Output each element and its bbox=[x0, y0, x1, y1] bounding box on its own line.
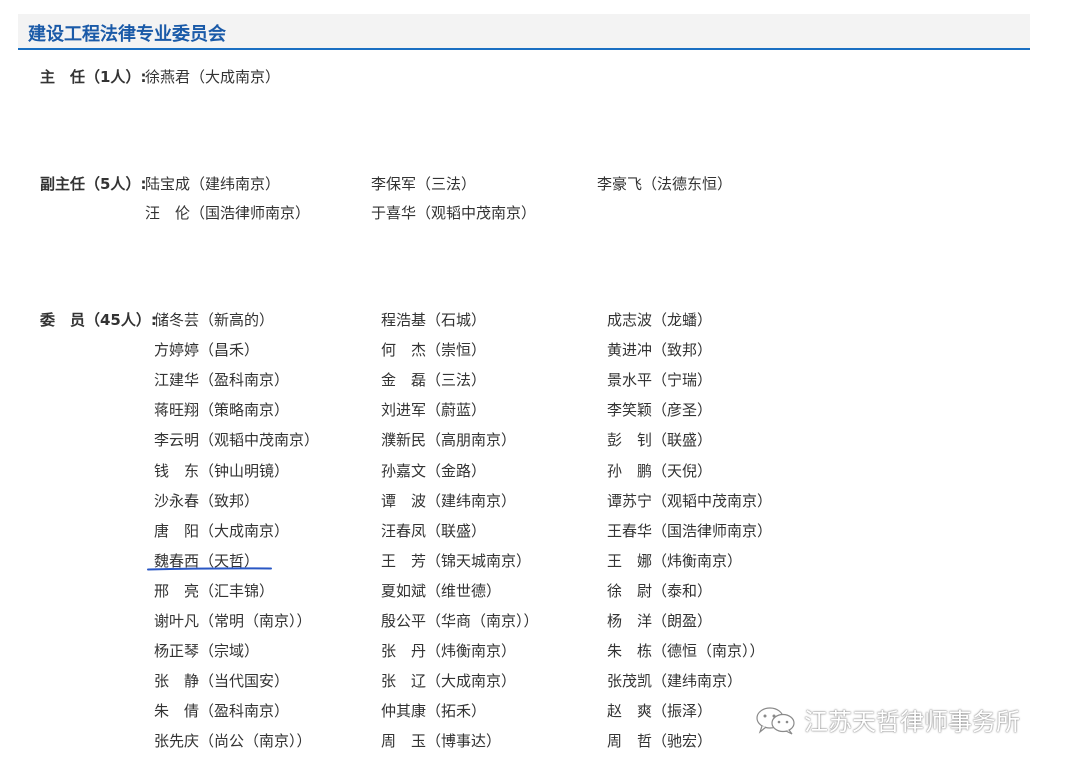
members-name-entry: 张 辽（大成南京） bbox=[381, 672, 517, 691]
members-name-entry: 江建华（盈科南京） bbox=[154, 371, 290, 390]
members-name-entry: 周 哲（驰宏） bbox=[607, 732, 713, 751]
members-name-entry: 张 静（当代国安） bbox=[154, 672, 290, 691]
members-name-entry: 仲其康（拓禾） bbox=[381, 702, 487, 721]
members-name-entry: 方婷婷（昌禾） bbox=[154, 341, 260, 360]
members-name-entry: 王 娜（炜衡南京） bbox=[607, 551, 743, 570]
members-name-entry: 赵 爽（振泽） bbox=[607, 702, 713, 721]
members-name-entry: 张 丹（炜衡南京） bbox=[381, 642, 517, 661]
members-name-entry: 储冬芸（新高的） bbox=[154, 311, 275, 329]
members-name-entry: 李笑颖（彦圣） bbox=[607, 401, 713, 420]
members-name-entry: 谭 波（建纬南京） bbox=[381, 491, 517, 510]
members-name-entry: 彭 钊（联盛） bbox=[607, 431, 713, 450]
members-label: 委 员（45人）: bbox=[40, 311, 157, 329]
members-name-entry: 朱 栋（德恒（南京）） bbox=[607, 642, 765, 661]
members-name-entry: 李云明（观韬中茂南京） bbox=[154, 431, 320, 450]
members-name-entry: 杨正琴（宗域） bbox=[154, 642, 260, 661]
members-name-entry: 孙嘉文（金路） bbox=[381, 461, 487, 480]
deputy-label: 副主任（5人）: bbox=[40, 175, 147, 193]
members-name-entry: 徐 尉（泰和） bbox=[607, 581, 713, 600]
members-name-entry: 朱 倩（盈科南京） bbox=[154, 702, 290, 721]
members-name-entry: 金 磊（三法） bbox=[381, 371, 487, 390]
watermark-text: 江苏天哲律师事务所 bbox=[804, 708, 1020, 736]
members-name-entry: 张茂凯（建纬南京） bbox=[607, 672, 743, 691]
members-name-entry: 谭苏宁（观韬中茂南京） bbox=[607, 491, 773, 510]
deputy-name-entry: 李保军（三法） bbox=[371, 175, 477, 193]
members-name-entry: 殷公平（华商（南京）） bbox=[381, 612, 539, 630]
members-name-entry: 张先庆（尚公（南京）） bbox=[154, 732, 312, 751]
deputy-name-entry: 汪 伦（国浩律师南京） bbox=[145, 204, 311, 222]
members-name-entry: 夏如斌（维世德） bbox=[381, 581, 502, 600]
members-name-entry: 周 玉（博事达） bbox=[381, 732, 502, 751]
members-name-entry: 成志波（龙蟠） bbox=[607, 311, 713, 329]
wechat-icon bbox=[756, 706, 795, 735]
members-name-entry: 王春华（国浩律师南京） bbox=[607, 521, 773, 540]
watermark: 江苏天哲律师事务所 bbox=[752, 702, 1020, 737]
members-name-entry: 刘进军（蔚蓝） bbox=[381, 401, 487, 420]
members-name-entry: 唐 阳（大成南京） bbox=[154, 521, 290, 540]
members-name-entry: 濮新民（高朋南京） bbox=[381, 431, 517, 450]
members-name-entry: 何 杰（崇恒） bbox=[381, 341, 487, 360]
members-name-entry: 汪春凤（联盛） bbox=[381, 521, 487, 540]
deputy-name-entry: 李豪飞（法德东恒） bbox=[597, 175, 733, 193]
highlight-underline bbox=[147, 567, 272, 571]
members-name-entry: 沙永春（致邦） bbox=[154, 491, 260, 510]
page-title: 建设工程法律专业委员会 bbox=[28, 24, 226, 45]
deputy-name-entry: 于喜华（观韬中茂南京） bbox=[371, 204, 537, 222]
members-name-entry: 景水平（宁瑞） bbox=[607, 371, 713, 390]
members-name-entry: 谢叶凡（常明（南京）） bbox=[154, 612, 312, 630]
members-name-entry: 邢 亮（汇丰锦） bbox=[154, 581, 275, 600]
members-name-entry: 蒋旺翔（策略南京） bbox=[154, 401, 290, 420]
director-name: 徐燕君（大成南京） bbox=[145, 68, 281, 86]
members-name-entry: 杨 洋（朗盈） bbox=[607, 612, 713, 630]
members-name-entry: 黄进冲（致邦） bbox=[607, 341, 713, 360]
deputy-name-entry: 陆宝成（建纬南京） bbox=[145, 175, 281, 193]
section-header: 建设工程法律专业委员会 bbox=[18, 14, 1030, 50]
director-label: 主 任（1人）: bbox=[40, 68, 147, 86]
members-name-entry: 程浩基（石城） bbox=[381, 311, 487, 329]
members-name-entry: 王 芳（锦天城南京） bbox=[381, 551, 532, 570]
members-name-entry: 钱 东（钟山明镜） bbox=[154, 461, 290, 480]
members-name-entry: 孙 鹏（天倪） bbox=[607, 461, 713, 480]
